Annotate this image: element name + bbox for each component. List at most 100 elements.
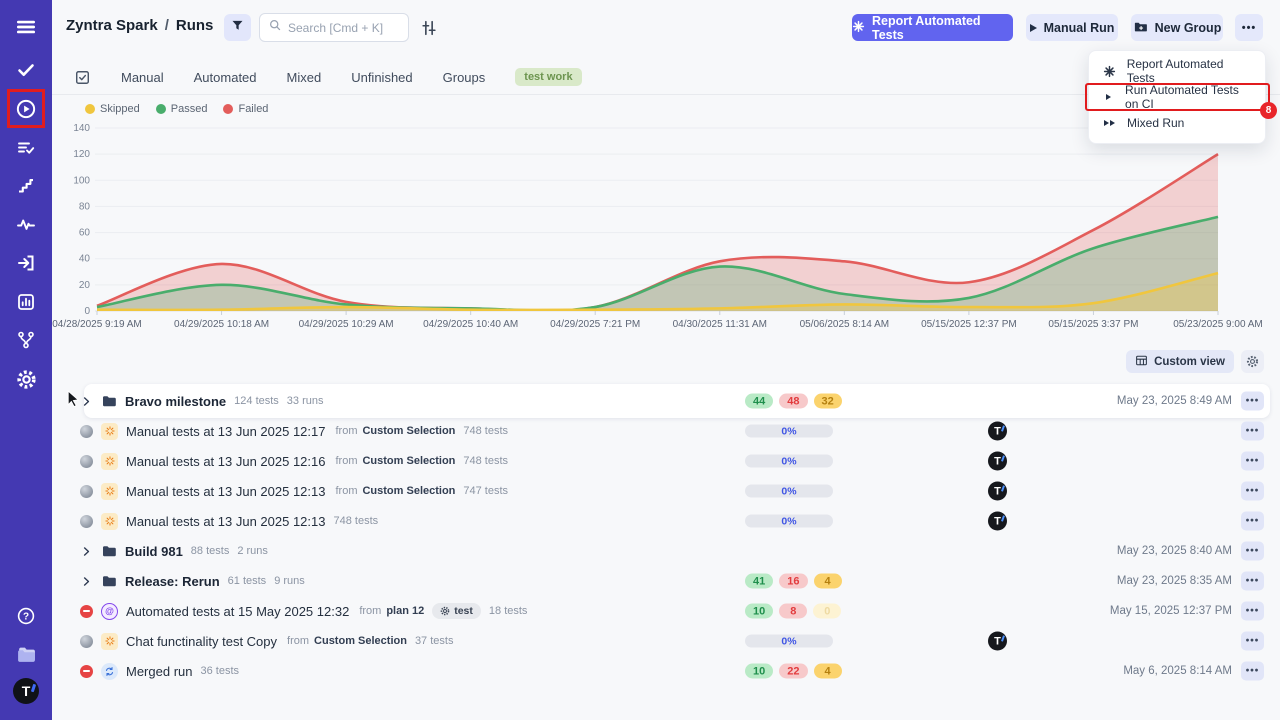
manual-run-button[interactable]: Manual Run	[1026, 14, 1118, 41]
legend-item-passed[interactable]: Passed	[156, 103, 208, 115]
bar-chart-icon[interactable]	[0, 287, 52, 317]
filter-button[interactable]	[224, 14, 251, 41]
run-row[interactable]: Manual tests at 13 Jun 2025 12:16from Cu…	[66, 446, 1266, 476]
row-menu-button[interactable]: •••	[1241, 482, 1264, 501]
gear-icon[interactable]	[0, 364, 52, 394]
row-meta: 18 tests	[489, 605, 528, 617]
row-menu-button[interactable]: •••	[1241, 422, 1264, 441]
group-row[interactable]: Release: Rerun61 tests9 runs 41 16 4May …	[66, 566, 1266, 596]
pending-status-icon	[80, 635, 93, 648]
row-menu-button[interactable]: •••	[1241, 392, 1264, 411]
tab-mixed[interactable]: Mixed	[287, 70, 322, 85]
play-circle-icon[interactable]	[0, 94, 52, 124]
svg-text:05/06/2025 8:14 AM: 05/06/2025 8:14 AM	[800, 319, 890, 330]
new-group-label: New Group	[1155, 21, 1222, 35]
passed-count-badge: 10	[745, 604, 773, 619]
search-box[interactable]	[259, 13, 409, 42]
row-main: Merged run36 tests	[66, 656, 239, 686]
tab-groups[interactable]: Groups	[443, 70, 486, 85]
run-row[interactable]: Manual tests at 13 Jun 2025 12:13from Cu…	[66, 476, 1266, 506]
hamburger-menu-icon[interactable]	[0, 12, 52, 42]
run-row[interactable]: Merged run36 tests 10 22 4May 6, 2025 8:…	[66, 656, 1266, 686]
view-settings-button[interactable]	[1241, 350, 1264, 373]
chevron-right-icon[interactable]	[80, 545, 93, 558]
branch-icon[interactable]	[0, 325, 52, 355]
group-title[interactable]: Build 981	[125, 544, 183, 559]
row-menu-button[interactable]: •••	[1241, 512, 1264, 531]
from-value[interactable]: Custom Selection	[362, 485, 455, 497]
sidebar: ? T	[0, 0, 52, 720]
menu-item-0[interactable]: Report Automated Tests	[1089, 58, 1265, 84]
projects-folder-icon[interactable]	[0, 639, 52, 669]
import-icon[interactable]	[0, 248, 52, 278]
search-input[interactable]	[288, 21, 398, 35]
from-value[interactable]: Custom Selection	[314, 635, 407, 647]
breadcrumb-project[interactable]: Zyntra Spark	[66, 17, 158, 34]
custom-view-button[interactable]: Custom view	[1126, 350, 1234, 373]
more-actions-button[interactable]: •••	[1235, 14, 1263, 41]
run-title[interactable]: Manual tests at 13 Jun 2025 12:17	[126, 424, 325, 439]
menu-item-1[interactable]: Run Automated Tests on CI 8	[1089, 84, 1265, 110]
check-icon[interactable]	[0, 55, 52, 85]
run-tag[interactable]: test	[432, 603, 481, 619]
row-menu-button[interactable]: •••	[1241, 572, 1264, 591]
row-menu-button[interactable]: •••	[1241, 452, 1264, 471]
run-row[interactable]: @Automated tests at 15 May 2025 12:32fro…	[66, 596, 1266, 626]
run-title[interactable]: Manual tests at 13 Jun 2025 12:16	[126, 454, 325, 469]
progress-label: 0%	[781, 515, 796, 527]
tab-automated[interactable]: Automated	[194, 70, 257, 85]
pulse-icon[interactable]	[0, 210, 52, 240]
run-title[interactable]: Chat functinality test Copy	[126, 634, 277, 649]
tab-manual[interactable]: Manual	[121, 70, 164, 85]
list-check-icon[interactable]	[0, 133, 52, 163]
from-label: from	[287, 635, 309, 647]
new-group-button[interactable]: New Group	[1131, 14, 1223, 41]
from-value[interactable]: Custom Selection	[362, 425, 455, 437]
chevron-right-icon[interactable]	[80, 575, 93, 588]
row-menu-button[interactable]: •••	[1241, 662, 1264, 681]
from-value[interactable]: Custom Selection	[362, 455, 455, 467]
run-row[interactable]: Manual tests at 13 Jun 2025 12:17from Cu…	[66, 416, 1266, 446]
run-row[interactable]: Manual tests at 13 Jun 2025 12:13748 tes…	[66, 506, 1266, 536]
svg-text:04/28/2025 9:19 AM: 04/28/2025 9:19 AM	[52, 319, 142, 330]
manual-run-label: Manual Run	[1044, 21, 1115, 35]
tab-unfinished[interactable]: Unfinished	[351, 70, 412, 85]
run-stats: 41 16 4	[745, 574, 842, 589]
group-title[interactable]: Release: Rerun	[125, 574, 220, 589]
group-title[interactable]: Bravo milestone	[125, 394, 226, 409]
svg-text:100: 100	[73, 175, 90, 186]
pending-status-icon	[80, 425, 93, 438]
legend-item-failed[interactable]: Failed	[223, 103, 268, 115]
tune-icon[interactable]	[420, 19, 438, 37]
steps-icon[interactable]	[0, 171, 52, 201]
row-menu-button[interactable]: •••	[1241, 602, 1264, 621]
run-title[interactable]: Merged run	[126, 664, 192, 679]
play-icon	[1102, 94, 1115, 100]
row-menu-button[interactable]: •••	[1241, 542, 1264, 561]
skipped-count-badge: 4	[814, 574, 842, 589]
view-toolbar: Custom view	[52, 350, 1280, 373]
help-icon[interactable]: ?	[0, 601, 52, 631]
legend-item-skipped[interactable]: Skipped	[85, 103, 140, 115]
run-row[interactable]: Chat functinality test Copy from Custom S…	[66, 626, 1266, 656]
chevron-right-icon[interactable]	[80, 395, 93, 408]
run-title[interactable]: Automated tests at 15 May 2025 12:32	[126, 604, 349, 619]
row-meta: 37 tests	[415, 635, 454, 647]
passed-count-badge: 41	[745, 574, 773, 589]
group-row[interactable]: Build 98188 tests2 runsMay 23, 2025 8:40…	[66, 536, 1266, 566]
progress-label: 0%	[781, 485, 796, 497]
run-title[interactable]: Manual tests at 13 Jun 2025 12:13	[126, 514, 325, 529]
filter-tag-chip[interactable]: test work	[515, 68, 581, 86]
select-all-icon[interactable]	[74, 69, 91, 86]
menu-item-2[interactable]: Mixed Run	[1089, 110, 1265, 136]
svg-text:?: ?	[23, 612, 29, 623]
group-row[interactable]: Bravo milestone124 tests33 runs 44 48 32…	[66, 386, 1266, 416]
progress-label: 0%	[781, 425, 796, 437]
pinwheel-icon	[1102, 65, 1117, 78]
from-value[interactable]: plan 12	[386, 605, 424, 617]
row-menu-button[interactable]: •••	[1241, 632, 1264, 651]
report-automated-tests-button[interactable]: Report Automated Tests	[852, 14, 1013, 41]
run-title[interactable]: Manual tests at 13 Jun 2025 12:13	[126, 484, 325, 499]
app-logo[interactable]: T	[13, 678, 39, 704]
pending-status-icon	[80, 455, 93, 468]
